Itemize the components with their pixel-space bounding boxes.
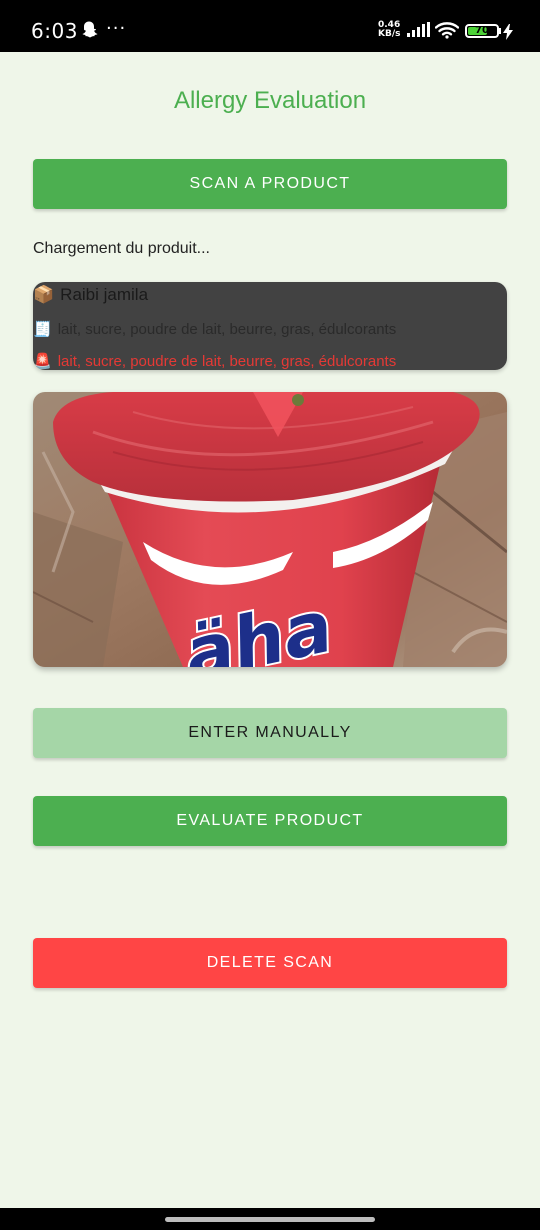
status-bar: 6:03 ··· 0.46 KB/s 70: [0, 0, 540, 52]
charging-bolt-icon: [503, 24, 513, 45]
battery-level: 70: [475, 25, 489, 36]
siren-icon: 🚨: [33, 353, 52, 370]
evaluate-product-button[interactable]: EVALUATE PRODUCT: [33, 796, 507, 846]
page-title: Allergy Evaluation: [173, 87, 367, 114]
product-ingredients: lait, sucre, poudre de lait, beurre, gra…: [57, 320, 397, 338]
product-ingredients-row: 🧾 lait, sucre, poudre de lait, beurre, g…: [33, 320, 397, 339]
home-gesture-handle[interactable]: [165, 1217, 375, 1222]
scan-product-button[interactable]: SCAN A PRODUCT: [33, 159, 507, 209]
network-speed-unit: KB/s: [378, 29, 401, 39]
product-photo: äha: [33, 392, 507, 667]
status-time: 6:03: [31, 19, 78, 43]
product-info-card: 📦 Raibi jamila 🧾 lait, sucre, poudre de …: [33, 282, 507, 370]
package-icon: 📦: [33, 285, 55, 304]
snapchat-ghost-icon: [80, 20, 98, 43]
product-photo-illustration: äha: [33, 392, 507, 667]
receipt-icon: 🧾: [33, 321, 52, 338]
enter-manually-button[interactable]: ENTER MANUALLY: [33, 708, 507, 758]
wifi-icon: [434, 21, 460, 44]
more-notifications-icon: ···: [106, 18, 127, 39]
product-name: Raibi jamila: [60, 285, 149, 304]
product-allergens-row: 🚨 lait, sucre, poudre de lait, beurre, g…: [33, 352, 397, 371]
delete-scan-button[interactable]: DELETE SCAN: [33, 938, 507, 988]
network-speed: 0.46 KB/s: [378, 21, 404, 39]
loading-status-text: Chargement du produit...: [33, 240, 210, 257]
product-name-row: 📦 Raibi jamila: [33, 285, 148, 305]
battery-cap: [499, 28, 501, 34]
signal-icon: [407, 22, 431, 43]
product-allergens: lait, sucre, poudre de lait, beurre, gra…: [57, 352, 397, 370]
battery-icon: 70: [465, 24, 499, 38]
